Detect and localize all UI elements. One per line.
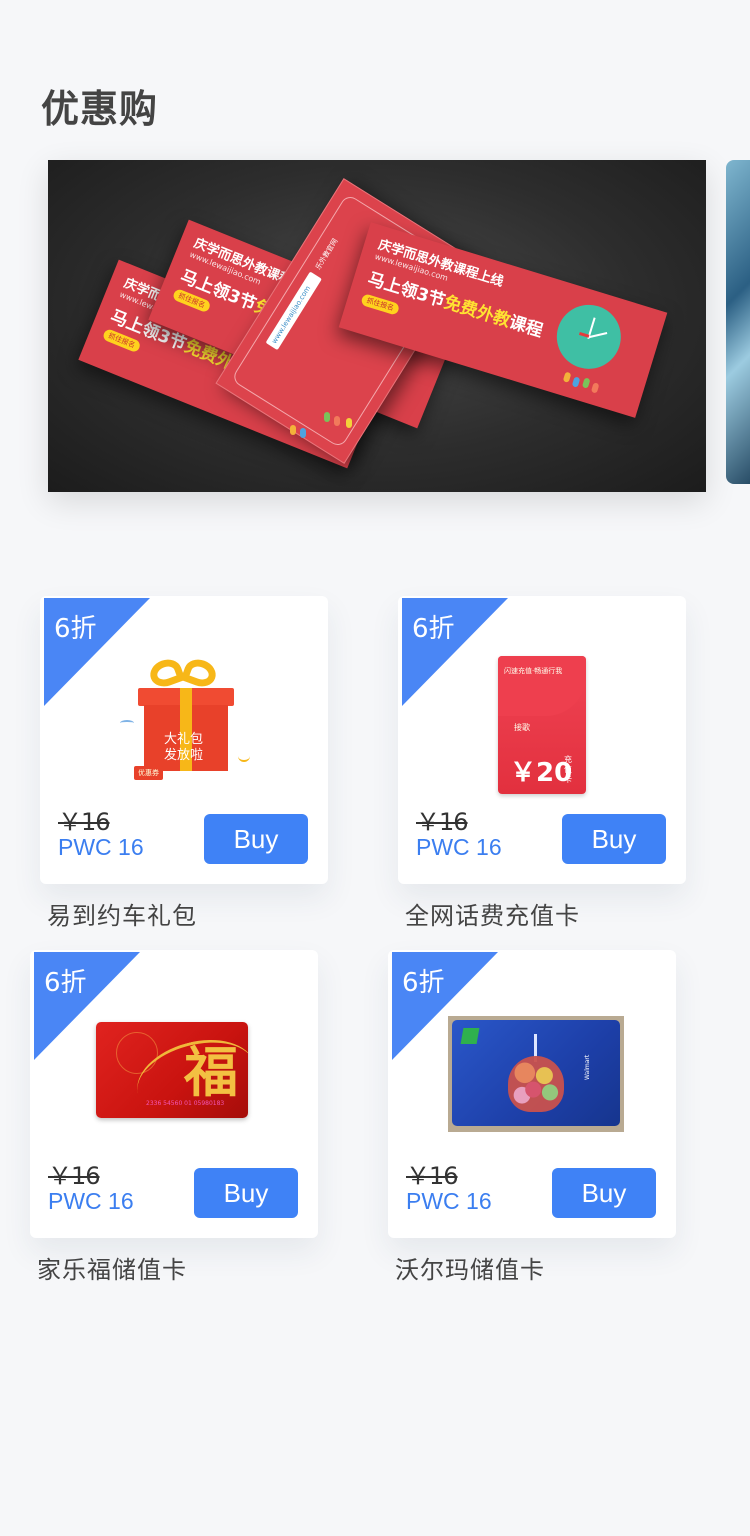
original-price: ￥16: [406, 1162, 459, 1190]
product-card[interactable]: 6折 福 2336 54560 01 05980183 ￥16 PWC 16 B…: [30, 950, 318, 1238]
product-card[interactable]: 6折 Walmart ￥16 PWC 16 Buy: [388, 950, 676, 1238]
sale-price: PWC 16: [406, 1188, 492, 1214]
buy-button[interactable]: Buy: [194, 1168, 298, 1218]
product-name[interactable]: 沃尔玛储值卡: [395, 1250, 545, 1285]
product-card[interactable]: 6折 闪速充值·畅通行我 接歌 ￥20 充 值 卡 ￥16 PWC 16 Buy: [398, 596, 686, 884]
original-price: ￥16: [58, 808, 111, 836]
product-name[interactable]: 家乐福储值卡: [37, 1250, 187, 1285]
discount-label: 6折: [412, 614, 455, 644]
discount-label: 6折: [54, 614, 97, 644]
banner-next-slide[interactable]: [726, 160, 750, 484]
original-price: ￥16: [416, 808, 469, 836]
sale-price: PWC 16: [58, 834, 144, 860]
product-name[interactable]: 易到约车礼包: [47, 896, 197, 931]
promo-banner[interactable]: 庆学而思外教课程上线 www.lewaijiao.com 马上领3节免费外教课程…: [48, 160, 706, 492]
sale-price: PWC 16: [48, 1188, 134, 1214]
buy-button[interactable]: Buy: [552, 1168, 656, 1218]
walmart-card-icon: Walmart: [448, 1016, 624, 1132]
buy-button[interactable]: Buy: [204, 814, 308, 864]
original-price: ￥16: [48, 1162, 101, 1190]
clock-icon: [548, 296, 629, 377]
buy-button[interactable]: Buy: [562, 814, 666, 864]
product-name[interactable]: 全网话费充值卡: [405, 896, 580, 931]
discount-label: 6折: [402, 968, 445, 998]
sale-price: PWC 16: [416, 834, 502, 860]
discount-label: 6折: [44, 968, 87, 998]
phone-recharge-card-icon: 闪速充值·畅通行我 接歌 ￥20 充 值 卡: [498, 656, 586, 794]
fu-gift-card-icon: 福 2336 54560 01 05980183: [96, 1022, 248, 1118]
page-title: 优惠购: [41, 87, 159, 131]
product-card[interactable]: 6折 大礼包 发放啦 优惠券 ￥16 PWC 16 Buy: [40, 596, 328, 884]
gift-box-icon: 大礼包 发放啦 优惠券: [120, 655, 250, 783]
